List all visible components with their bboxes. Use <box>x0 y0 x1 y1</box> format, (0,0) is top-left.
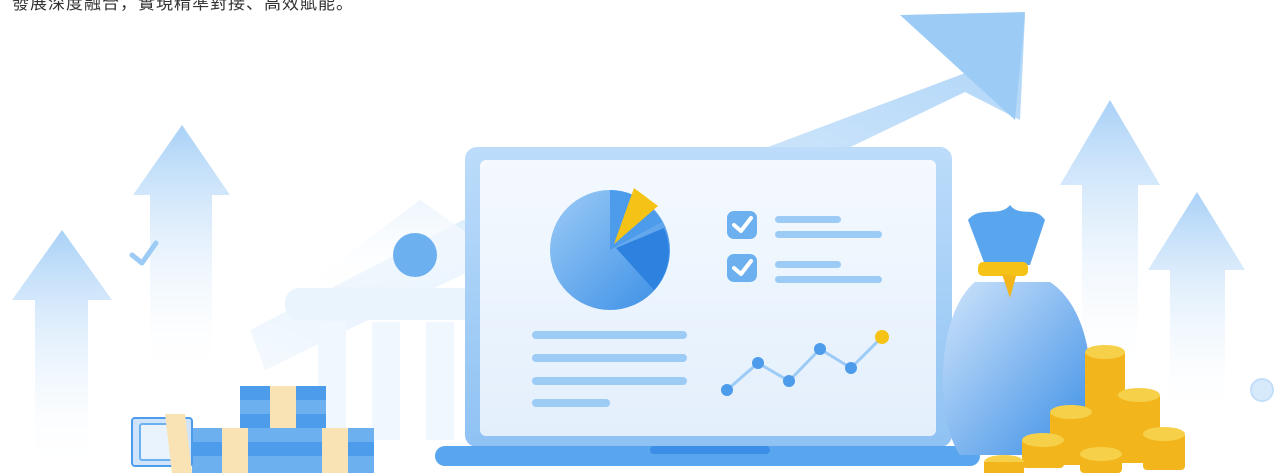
up-arrow-icon <box>1148 192 1245 420</box>
decorative-circle-icon <box>1250 378 1274 402</box>
laptop-icon <box>435 147 980 466</box>
finance-illustration <box>12 12 1274 473</box>
laptop-screen <box>480 160 936 436</box>
up-arrow-icon <box>12 230 112 473</box>
